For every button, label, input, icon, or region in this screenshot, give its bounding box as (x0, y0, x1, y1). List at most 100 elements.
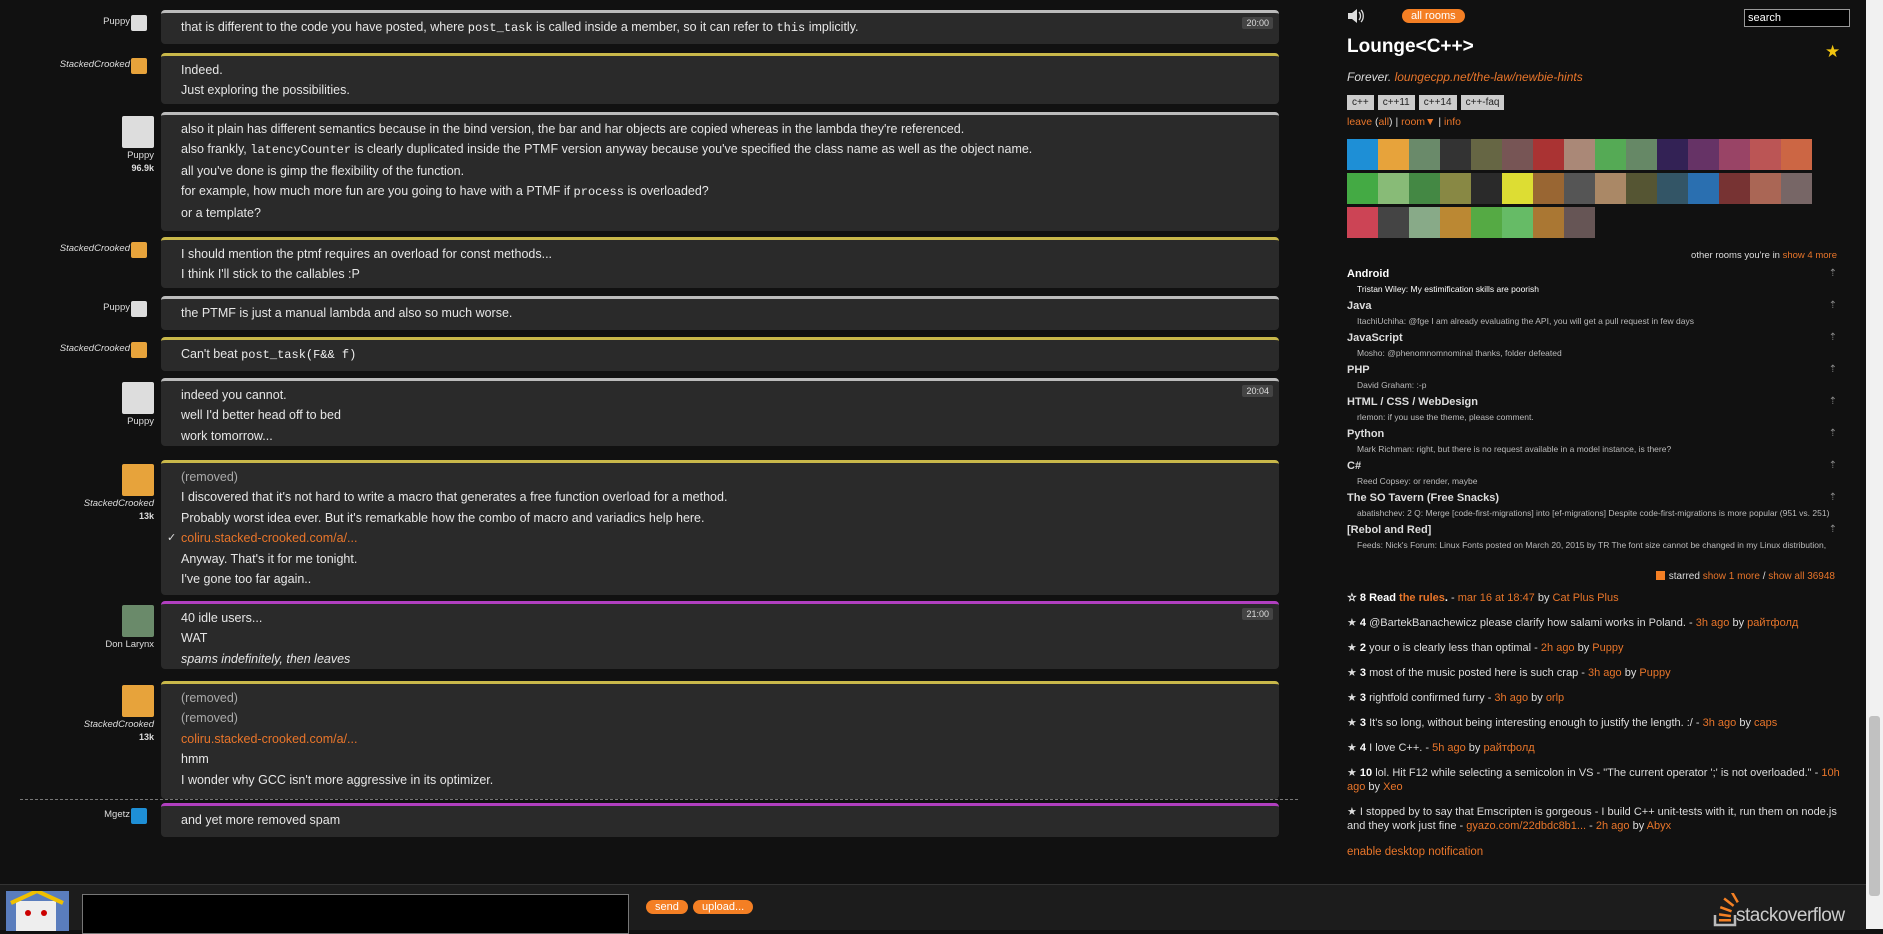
room-name[interactable]: [Rebol and Red] (1347, 524, 1847, 536)
message-link[interactable]: coliru.stacked-crooked.com/a/... (181, 732, 357, 746)
room-name[interactable]: JavaScript (1347, 332, 1847, 344)
leave-room-icon[interactable]: ⇡ (1829, 396, 1837, 407)
room-name[interactable]: Android (1347, 268, 1847, 280)
user-avatar[interactable] (1440, 207, 1471, 238)
user-avatar[interactable] (1409, 139, 1440, 170)
room-name[interactable]: Python (1347, 428, 1847, 440)
user-avatar[interactable] (1595, 173, 1626, 204)
room-tag[interactable]: c++ (1347, 95, 1374, 110)
avatar[interactable] (131, 342, 147, 358)
leave-room-icon[interactable]: ⇡ (1829, 332, 1837, 343)
room-item[interactable]: The SO Tavern (Free Snacks) abatishchev: … (1347, 492, 1847, 524)
room-item[interactable]: Java ItachiUchiha: @fge I am already eval… (1347, 300, 1847, 332)
user-avatar[interactable] (1688, 139, 1719, 170)
scrollbar-thumb[interactable] (1869, 716, 1880, 896)
room-item[interactable]: [Rebol and Red] Feeds: Nick's Forum: Linu… (1347, 524, 1847, 556)
user-avatar[interactable] (1347, 207, 1378, 238)
message-user[interactable]: StackedCrooked 13k (14, 685, 154, 742)
user-avatar[interactable] (1564, 173, 1595, 204)
user-avatar[interactable] (1502, 139, 1533, 170)
room-tag[interactable]: c++-faq (1460, 95, 1505, 110)
send-button[interactable]: send (646, 900, 688, 914)
sound-icon[interactable] (1347, 8, 1365, 24)
user-avatar[interactable] (1378, 173, 1409, 204)
chevron-down-icon[interactable]: ▼ (1425, 116, 1435, 128)
message-input[interactable] (82, 894, 629, 934)
room-name[interactable]: PHP (1347, 364, 1847, 376)
username[interactable]: Puppy (14, 150, 154, 161)
avatar[interactable] (122, 464, 154, 496)
leave-room-icon[interactable]: ⇡ (1829, 460, 1837, 471)
starred-message[interactable]: ★ 3 rightfold confirmed furry - 3h ago b… (1347, 691, 1847, 705)
message-user[interactable]: Mgetz (0, 809, 130, 820)
room-name[interactable]: The SO Tavern (Free Snacks) (1347, 492, 1847, 504)
show-1-more-link[interactable]: show 1 more (1703, 571, 1760, 582)
user-avatar[interactable] (1626, 139, 1657, 170)
room-menu-link[interactable]: room (1401, 116, 1425, 128)
user-avatar[interactable] (1347, 139, 1378, 170)
room-tag[interactable]: c++14 (1418, 95, 1457, 110)
avatar[interactable] (122, 116, 154, 148)
room-tag[interactable]: c++11 (1377, 95, 1415, 110)
leave-all-link[interactable]: all (1379, 116, 1390, 128)
user-avatar[interactable] (1502, 173, 1533, 204)
username[interactable]: StackedCrooked (14, 719, 154, 730)
user-avatar[interactable] (1750, 139, 1781, 170)
username[interactable]: StackedCrooked (0, 59, 130, 70)
avatar[interactable] (122, 605, 154, 637)
username[interactable]: StackedCrooked (0, 343, 130, 354)
username[interactable]: Puppy (0, 16, 130, 27)
message-user[interactable]: Puppy (0, 302, 130, 313)
leave-room-icon[interactable]: ⇡ (1829, 364, 1837, 375)
user-avatar[interactable] (1502, 207, 1533, 238)
user-avatar[interactable] (1533, 139, 1564, 170)
room-item[interactable]: C# Reed Copsey: or render, maybe ⇡ (1347, 460, 1847, 492)
avatar[interactable] (131, 242, 147, 258)
avatar[interactable] (131, 15, 147, 31)
desktop-notification-link[interactable]: enable desktop notification (1347, 846, 1483, 858)
starred-message[interactable]: ★ 3 It's so long, without being interest… (1347, 716, 1847, 730)
rss-icon[interactable] (1655, 571, 1665, 580)
leave-room-icon[interactable]: ⇡ (1829, 300, 1837, 311)
star-icon[interactable]: ★ (1825, 42, 1840, 62)
room-item[interactable]: HTML / CSS / WebDesign rlemon: if you use… (1347, 396, 1847, 428)
user-avatar[interactable] (1533, 207, 1564, 238)
user-avatar[interactable] (1657, 139, 1688, 170)
user-avatar[interactable] (1347, 173, 1378, 204)
upload-button[interactable]: upload... (693, 900, 754, 914)
user-avatar[interactable] (1781, 139, 1812, 170)
info-link[interactable]: info (1444, 116, 1461, 128)
show-all-link[interactable]: show all 36948 (1768, 571, 1835, 582)
search-input[interactable] (1744, 9, 1850, 27)
starred-message[interactable]: ★ 3 most of the music posted here is suc… (1347, 666, 1847, 680)
avatar[interactable] (131, 301, 147, 317)
user-avatar[interactable] (1378, 207, 1409, 238)
user-avatar[interactable] (1409, 207, 1440, 238)
user-avatar[interactable] (1471, 139, 1502, 170)
leave-room-icon[interactable]: ⇡ (1829, 492, 1837, 503)
user-avatar[interactable] (1409, 173, 1440, 204)
user-avatar[interactable] (1440, 139, 1471, 170)
user-avatar[interactable] (1440, 173, 1471, 204)
user-avatar[interactable] (1750, 173, 1781, 204)
desc-link[interactable]: loungecpp.net/the-law/newbie-hints (1395, 70, 1583, 84)
avatar[interactable] (131, 808, 147, 824)
user-avatar[interactable] (1781, 173, 1812, 204)
message-user[interactable]: StackedCrooked 13k (14, 464, 154, 521)
stackoverflow-logo[interactable]: stackoverflow (1712, 893, 1862, 927)
message-user[interactable]: Puppy (14, 382, 154, 427)
user-avatar[interactable] (1595, 139, 1626, 170)
user-avatar[interactable] (1626, 173, 1657, 204)
leave-room-icon[interactable]: ⇡ (1829, 428, 1837, 439)
user-avatar[interactable] (1719, 139, 1750, 170)
username[interactable]: StackedCrooked (14, 498, 154, 509)
username[interactable]: Puppy (14, 416, 154, 427)
username[interactable]: Mgetz (0, 809, 130, 820)
username[interactable]: Don Larynx (14, 639, 154, 650)
message-user[interactable]: StackedCrooked (0, 243, 130, 254)
user-avatar[interactable] (1564, 139, 1595, 170)
all-rooms-button[interactable]: all rooms (1402, 9, 1465, 23)
user-avatar[interactable] (1471, 207, 1502, 238)
user-avatar[interactable] (1533, 173, 1564, 204)
message-user[interactable]: Puppy 96.9k (14, 116, 154, 173)
